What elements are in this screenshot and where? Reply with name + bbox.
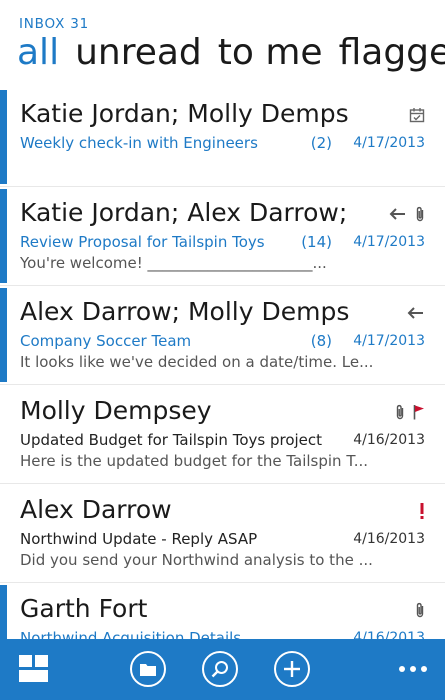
message-subject: Northwind Acquisition Details [20,629,242,639]
message-subject: Company Soccer Team [20,332,192,350]
plus-icon [284,661,300,677]
app-bar [0,639,445,700]
message-subject: Weekly check-in with Engineers [20,134,258,152]
pivot-all[interactable]: all [17,31,59,75]
reply-icon [389,207,407,221]
message-icons [409,104,425,126]
attachment-icon [395,403,405,421]
pivot-to-me[interactable]: to me [218,31,323,75]
message-item[interactable]: Katie Jordan; Alex Darrow; Review Propos… [0,187,445,286]
pivot-flagged[interactable]: flagged [339,31,445,75]
message-item[interactable]: Garth Fort Northwind Acquisition Details… [0,583,445,639]
message-date: 4/17/2013 [353,333,425,349]
unread-indicator [0,189,7,283]
attachment-icon [415,601,425,619]
message-date: 4/16/2013 [353,432,425,448]
ellipsis-icon [399,666,427,672]
header: INBOX 31 all unread to me flagged [0,0,445,86]
message-list[interactable]: Katie Jordan; Molly Demps Weekly check-i… [0,88,445,639]
reply-icon [407,306,425,320]
message-item[interactable]: Katie Jordan; Molly Demps Weekly check-i… [0,88,445,187]
thread-count: (2) [310,134,332,152]
search-icon [211,661,228,678]
message-preview: You're welcome! ______________________..… [20,254,327,272]
tiles-icon [19,655,48,682]
message-subject: Northwind Update - Reply ASAP [20,530,258,548]
message-item[interactable]: Molly Dempsey Updated Budget for Tailspi… [0,385,445,484]
new-message-button[interactable] [274,651,310,687]
pivot-bar: all unread to me flagged [17,31,445,75]
message-preview: It looks like we've decided on a date/ti… [20,353,374,371]
folders-button[interactable] [130,651,166,687]
message-sender: Alex Darrow; Molly Demps [20,297,350,326]
message-sender: Garth Fort [20,594,148,623]
unread-indicator [0,288,7,382]
message-preview: Did you send your Northwind analysis to … [20,551,373,569]
message-icons [389,203,425,225]
unread-indicator [0,90,7,184]
message-icons [395,401,425,423]
attachment-icon [415,205,425,223]
high-importance-icon [419,502,425,520]
thread-count: (14) [301,233,332,251]
message-subject: Review Proposal for Tailspin Toys [20,233,265,251]
unread-indicator [0,585,7,639]
pivot-unread[interactable]: unread [75,31,202,75]
message-item[interactable]: Alex Darrow Northwind Update - Reply ASA… [0,484,445,583]
flag-icon[interactable] [413,404,425,420]
message-subject: Updated Budget for Tailspin Toys project [20,431,323,449]
calendar-icon [409,107,425,123]
inbox-label[interactable]: INBOX 31 [19,16,89,32]
folder-icon [140,664,156,676]
message-sender: Alex Darrow [20,495,172,524]
message-sender: Katie Jordan; Alex Darrow; [20,198,348,227]
message-item[interactable]: Alex Darrow; Molly Demps Company Soccer … [0,286,445,385]
more-button[interactable] [398,659,428,679]
message-preview: Here is the updated budget for the Tails… [20,452,369,470]
message-date: 4/17/2013 [353,135,425,151]
thread-count: (8) [310,332,332,350]
message-icons [419,500,425,522]
message-sender: Molly Dempsey [20,396,212,425]
message-icons [407,302,425,324]
message-sender: Katie Jordan; Molly Demps [20,99,349,128]
switch-accounts-button[interactable] [18,653,50,685]
message-date: 4/17/2013 [353,234,425,250]
search-button[interactable] [202,651,238,687]
message-date: 4/16/2013 [353,630,425,639]
message-date: 4/16/2013 [353,531,425,547]
message-icons [415,599,425,621]
